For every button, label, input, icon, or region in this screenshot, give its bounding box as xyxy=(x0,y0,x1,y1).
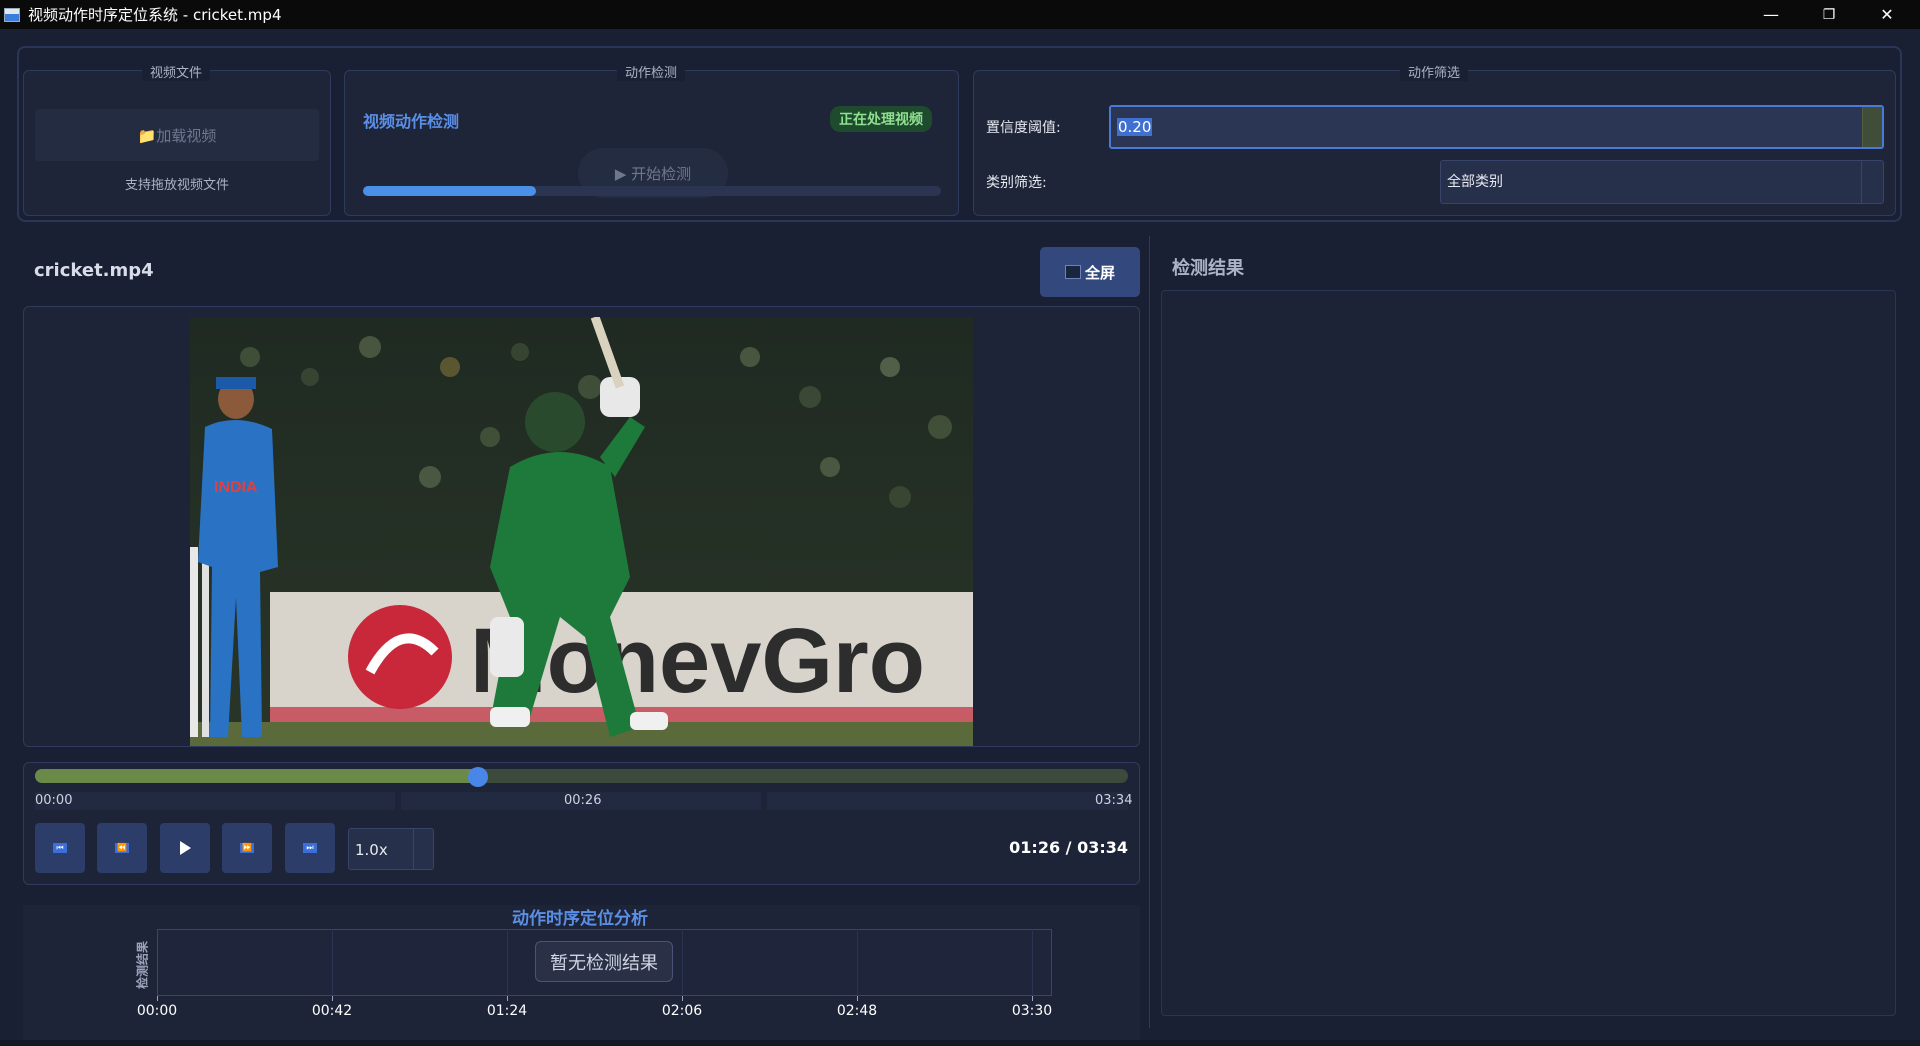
close-button[interactable]: ✕ xyxy=(1858,0,1916,29)
confidence-label: 置信度阈值: xyxy=(986,120,1061,136)
play-button[interactable] xyxy=(160,823,210,873)
timeline-segment xyxy=(35,792,395,810)
grid-line xyxy=(857,929,858,996)
category-label: 类别筛选: xyxy=(986,175,1047,191)
category-value: 全部类别 xyxy=(1447,174,1503,190)
skip-to-end-icon: ⏭ xyxy=(303,843,317,853)
seek-bar-fill xyxy=(35,769,478,783)
timeline-segment xyxy=(767,792,1128,810)
skip-to-start-button[interactable]: ⏮ xyxy=(35,823,85,873)
video-display[interactable]: MonevGro INDIA xyxy=(190,317,973,746)
confidence-threshold-input[interactable]: 0.20 xyxy=(1109,105,1884,149)
analysis-title: 动作时序定位分析 xyxy=(512,909,648,929)
x-tick-label: 02:48 xyxy=(836,1003,878,1019)
skip-to-start-icon: ⏮ xyxy=(53,843,67,853)
analysis-ylabel: 检测结果 xyxy=(135,940,150,990)
x-tick-mark xyxy=(857,996,858,1001)
svg-text:INDIA: INDIA xyxy=(214,479,258,496)
x-tick-mark xyxy=(157,996,158,1001)
status-badge: 正在处理视频 xyxy=(830,106,932,132)
seek-bar[interactable] xyxy=(35,769,1128,783)
x-tick-label: 00:00 xyxy=(136,1003,178,1019)
video-filename: cricket.mp4 xyxy=(34,260,154,281)
skip-to-end-button[interactable]: ⏭ xyxy=(285,823,335,873)
rewind-button[interactable]: ⏪ xyxy=(97,823,147,873)
grid-line xyxy=(507,929,508,996)
x-tick-label: 03:30 xyxy=(1011,1003,1053,1019)
x-tick-mark xyxy=(682,996,683,1001)
results-title: 检测结果 xyxy=(1172,258,1244,279)
app-icon xyxy=(4,7,20,22)
panel-divider[interactable] xyxy=(1149,236,1150,1028)
play-icon xyxy=(179,841,191,855)
detection-progress-fill xyxy=(363,186,537,196)
time-label-middle: 00:26 xyxy=(564,793,602,808)
detection-heading: 视频动作检测 xyxy=(363,112,460,131)
seek-handle[interactable] xyxy=(468,767,488,787)
x-tick-label: 02:06 xyxy=(661,1003,703,1019)
playback-speed-select[interactable]: 1.0x xyxy=(348,828,434,870)
grid-line xyxy=(682,929,683,996)
minimize-button[interactable]: — xyxy=(1742,0,1800,29)
chevron-down-icon[interactable] xyxy=(413,829,433,869)
x-tick-label: 00:42 xyxy=(311,1003,353,1019)
confidence-spin-buttons[interactable] xyxy=(1862,107,1882,147)
x-tick-mark xyxy=(332,996,333,1001)
x-tick-mark xyxy=(507,996,508,1001)
load-video-button[interactable]: 📁加载视频 xyxy=(35,109,319,161)
filter-group-title: 动作筛选 xyxy=(1400,62,1469,81)
bottom-scrollbar[interactable] xyxy=(0,1040,1920,1046)
fast-forward-icon: ⏩ xyxy=(240,843,254,853)
maximize-button[interactable]: ❐ xyxy=(1800,0,1858,29)
time-label-end: 03:34 xyxy=(1095,793,1133,808)
confidence-value: 0.20 xyxy=(1117,118,1153,136)
video-file-group-title: 视频文件 xyxy=(142,62,211,81)
drag-drop-hint: 支持拖放视频文件 xyxy=(124,178,229,193)
playback-speed-value: 1.0x xyxy=(355,841,388,859)
time-label-start: 00:00 xyxy=(35,793,73,808)
chevron-down-icon[interactable] xyxy=(1861,161,1883,203)
category-select[interactable]: 全部类别 xyxy=(1440,160,1884,204)
grid-line xyxy=(332,929,333,996)
window-title: 视频动作时序定位系统 - cricket.mp4 xyxy=(28,6,282,24)
no-results-message: 暂无检测结果 xyxy=(535,941,673,982)
time-readout: 01:26 / 03:34 xyxy=(1009,838,1128,857)
grid-line xyxy=(1032,929,1033,996)
x-tick-label: 01:24 xyxy=(486,1003,528,1019)
results-list[interactable] xyxy=(1161,290,1896,1016)
detection-progress-bar xyxy=(363,186,941,196)
detection-group-title: 动作检测 xyxy=(617,62,686,81)
window-titlebar: 视频动作时序定位系统 - cricket.mp4 — ❐ ✕ xyxy=(0,0,1920,29)
x-tick-mark xyxy=(1032,996,1033,1001)
fullscreen-label: 全屏 xyxy=(1084,263,1115,282)
rewind-icon: ⏪ xyxy=(115,843,129,853)
cricket-video-frame-image: MonevGro INDIA xyxy=(190,317,973,746)
fullscreen-icon xyxy=(1064,265,1081,279)
fast-forward-button[interactable]: ⏩ xyxy=(222,823,272,873)
fullscreen-button[interactable]: 全屏 xyxy=(1040,247,1140,297)
